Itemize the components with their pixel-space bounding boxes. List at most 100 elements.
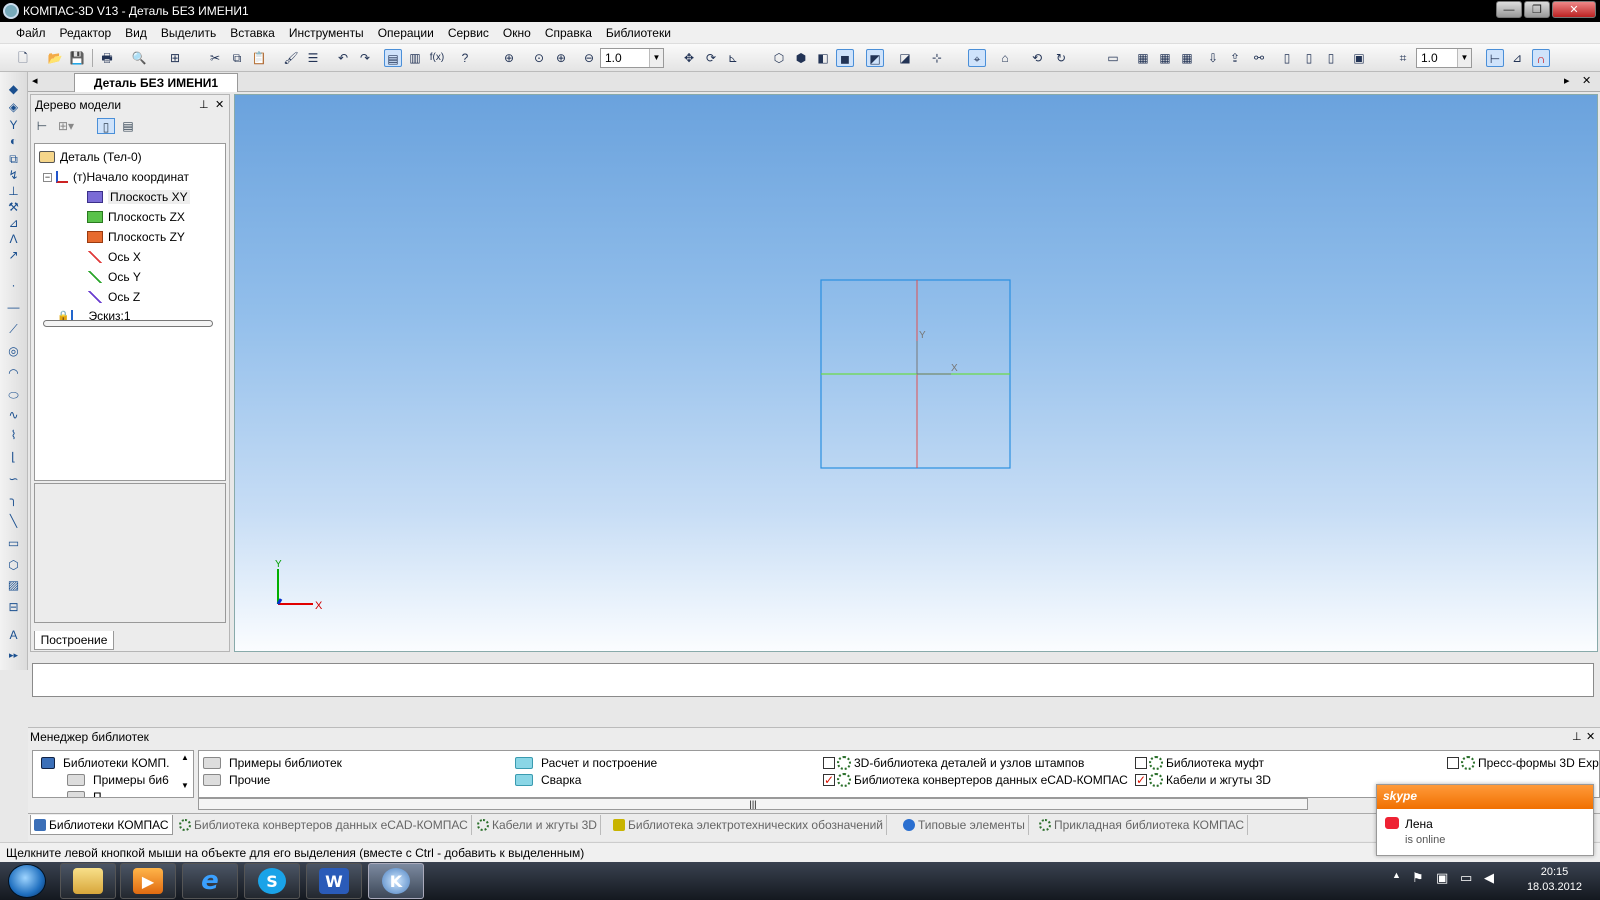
measure-icon[interactable]: ⌂ — [996, 49, 1014, 67]
tab-kompas-libraries[interactable]: Библиотеки КОМПАС — [30, 815, 173, 835]
tab-ecad-converters[interactable]: Библиотека конвертеров данных eCAD-КОМПА… — [176, 815, 472, 835]
taskbar-word[interactable]: W — [306, 863, 362, 899]
library-item-welding[interactable]: Сварка — [515, 772, 581, 788]
segment-icon[interactable]: ⟋ — [5, 322, 22, 337]
action-center-icon[interactable]: ⚑ — [1412, 870, 1424, 886]
filters-icon[interactable]: ⊿ — [5, 216, 22, 231]
offset-icon[interactable]: ╲ — [5, 514, 22, 529]
ortho-icon[interactable]: ⊢ — [1486, 49, 1504, 67]
spline-icon[interactable]: ∿ — [5, 408, 22, 423]
surfaces-icon[interactable]: ◐ — [5, 134, 22, 149]
hatch-icon[interactable]: ▨ — [5, 578, 22, 593]
tree-sort-icon[interactable]: ⊞▾ — [57, 118, 75, 134]
specification-icon[interactable]: Λ — [5, 232, 22, 247]
minimize-icon[interactable]: — — [1496, 1, 1522, 18]
grid-step-icon[interactable]: ⌗ — [1394, 49, 1412, 67]
library-item-molds[interactable]: Пресс-формы 3D Exp — [1447, 755, 1599, 771]
undo-icon[interactable]: ↶ — [334, 49, 352, 67]
projection-icon[interactable]: ⊟ — [5, 600, 22, 615]
function-icon[interactable]: f(x) — [428, 49, 446, 67]
editing-panel-icon[interactable]: ◆ — [5, 82, 22, 97]
text-icon[interactable]: A — [5, 628, 22, 643]
report-icon[interactable]: ▣ — [1350, 49, 1368, 67]
arc-icon[interactable]: ◠ — [5, 366, 22, 381]
scroll-up-icon[interactable]: ▲ — [181, 753, 189, 762]
tab-construction[interactable]: Построение — [34, 631, 114, 650]
restore-icon[interactable]: ❐ — [1524, 1, 1550, 18]
network-icon[interactable]: ▭ — [1460, 870, 1472, 886]
tree-view-icon[interactable]: ▯ — [97, 118, 115, 134]
wireframe-icon[interactable]: ⬡ — [770, 49, 788, 67]
close-tab-icon[interactable]: ✕ — [1582, 74, 1591, 87]
section-icon[interactable]: ◪ — [896, 49, 914, 67]
zoom-frame-icon[interactable]: ⊙ — [530, 49, 548, 67]
tab-cables[interactable]: Кабели и жгуты 3D — [474, 815, 601, 835]
menu-file[interactable]: Файл — [16, 26, 46, 40]
ellipse-icon[interactable]: ⬭ — [5, 388, 22, 403]
close-panel-icon[interactable]: ✕ — [1586, 730, 1595, 743]
scroll-down-icon[interactable]: ▼ — [181, 781, 189, 790]
table-icon[interactable]: ▦ — [1134, 49, 1152, 67]
volume-icon[interactable]: ◀ — [1484, 870, 1494, 886]
menu-operations[interactable]: Операции — [378, 26, 434, 40]
scroll-left-icon[interactable]: ◂ — [32, 74, 38, 87]
library2-icon[interactable]: ▯ — [1300, 49, 1318, 67]
refresh-icon[interactable]: ↻ — [1052, 49, 1070, 67]
tab-typical-elements[interactable]: Типовые элементы — [900, 815, 1029, 835]
library-checkbox-checked[interactable]: ✓ — [1135, 774, 1147, 786]
taskbar-explorer[interactable] — [60, 863, 116, 899]
start-button[interactable] — [8, 864, 46, 898]
shaded-edges-icon[interactable]: ◼ — [836, 49, 854, 67]
cut-icon[interactable]: ✂ — [206, 49, 224, 67]
copy-icon[interactable]: ⧉ — [228, 49, 246, 67]
library-tree-root[interactable]: Библиотеки КОМП. — [41, 755, 170, 771]
orientation-icon[interactable]: ⊾ — [724, 49, 742, 67]
chevron-down-icon[interactable]: ▼ — [649, 49, 663, 67]
close-icon[interactable]: ✕ — [1552, 1, 1596, 18]
step-combo[interactable]: 1.0 ▼ — [1416, 48, 1472, 68]
sheet-body-icon[interactable]: ↯ — [5, 168, 22, 183]
point-icon[interactable]: · — [5, 278, 22, 293]
properties-bar[interactable] — [32, 663, 1594, 697]
open-icon[interactable]: 📂 — [46, 49, 64, 67]
library-item-examples[interactable]: Примеры библиотек — [203, 755, 342, 771]
zoom-all-icon[interactable]: ⊕ — [500, 49, 518, 67]
close-panel-icon[interactable]: ✕ — [215, 98, 224, 111]
hidden-lines-icon[interactable]: ⬢ — [792, 49, 810, 67]
tree-structure-icon[interactable]: ⊢ — [33, 118, 51, 134]
devices-icon[interactable]: ▣ — [1436, 870, 1448, 886]
chevron-down-icon[interactable]: ▼ — [1457, 49, 1471, 67]
pin-icon[interactable]: ⊥ — [199, 98, 209, 111]
tree-item-part[interactable]: Деталь (Тел-0) — [39, 148, 142, 166]
zoom-combo[interactable]: 1.0 ▼ — [600, 48, 664, 68]
model-viewport[interactable]: Y X Y X — [234, 94, 1598, 652]
tab-applied-library[interactable]: Прикладная библиотека КОМПАС — [1036, 815, 1248, 835]
menu-window[interactable]: Окно — [503, 26, 531, 40]
local-cs-icon[interactable]: ⊿ — [1508, 49, 1526, 67]
tree-item-axis-x[interactable]: Ось X — [87, 248, 141, 266]
system-clock[interactable]: 20:15 18.03.2012 — [1527, 865, 1582, 895]
fillet-icon[interactable]: ╮ — [5, 492, 22, 507]
tree-item-plane-zy[interactable]: Плоскость ZY — [87, 228, 185, 246]
variables-icon[interactable]: ▥ — [406, 49, 424, 67]
spatial-curves-icon[interactable]: ◈ — [5, 100, 22, 115]
export-icon[interactable]: ⇪ — [1226, 49, 1244, 67]
taskbar-kompas[interactable]: K — [368, 863, 424, 899]
shaded-icon[interactable]: ◧ — [814, 49, 832, 67]
menu-view[interactable]: Вид — [125, 26, 147, 40]
tab-document[interactable]: Деталь БЕЗ ИМЕНИ1 — [74, 73, 238, 92]
circle-icon[interactable]: ◎ — [5, 344, 22, 359]
tree-toggle-icon[interactable]: ▤ — [384, 49, 402, 67]
pin-icon[interactable]: ⊥ — [1572, 730, 1582, 743]
import-icon[interactable]: ⇩ — [1204, 49, 1222, 67]
help-pointer-icon[interactable]: ? — [456, 49, 474, 67]
library-item-calculation[interactable]: Расчет и построение — [515, 755, 657, 771]
bezier-icon[interactable]: ∽ — [5, 472, 22, 487]
skype-notification[interactable]: skype Лена is online — [1376, 784, 1594, 856]
taskbar-media-player[interactable]: ▶ — [120, 863, 176, 899]
menu-libraries[interactable]: Библиотеки — [606, 26, 671, 40]
tree-item-plane-xy[interactable]: Плоскость XY — [87, 188, 190, 206]
library-checkbox[interactable] — [1135, 757, 1147, 769]
zoom-scale-icon[interactable]: ⊖ — [580, 49, 598, 67]
measure-tool-icon[interactable]: ⚒ — [5, 200, 22, 215]
